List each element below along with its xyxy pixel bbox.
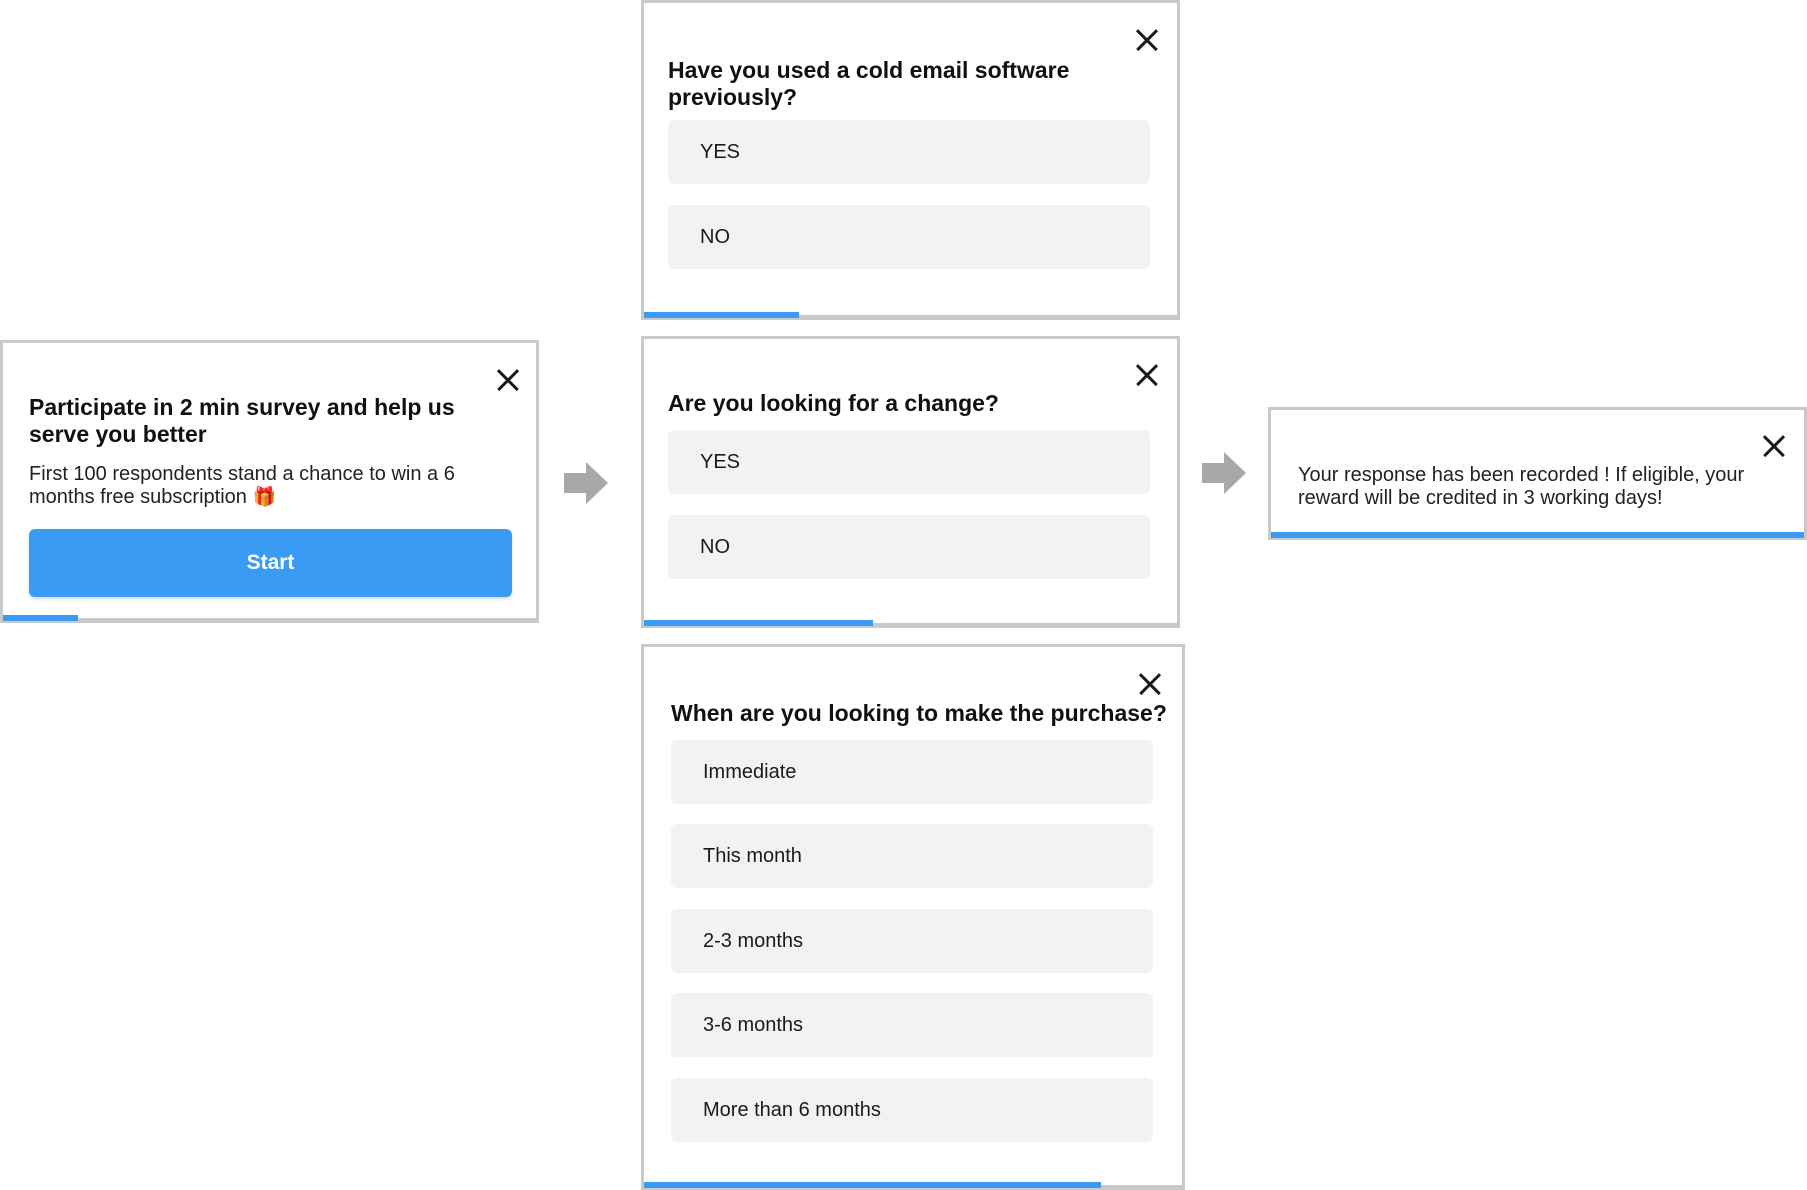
option-no[interactable]: NO (668, 515, 1150, 579)
close-icon[interactable] (1761, 433, 1787, 459)
close-icon[interactable] (1134, 362, 1160, 388)
close-icon[interactable] (1134, 27, 1160, 53)
start-button[interactable]: Start (29, 529, 512, 597)
close-icon[interactable] (495, 367, 521, 393)
option-2-3-months[interactable]: 2-3 months (671, 909, 1153, 973)
option-immediate[interactable]: Immediate (671, 740, 1153, 804)
progress-fill (1271, 532, 1804, 538)
progress-bar (644, 620, 1177, 626)
progress-bar (644, 1182, 1182, 1188)
thank-you-message: Your response has been recorded ! If eli… (1298, 464, 1745, 509)
intro-body-text: First 100 respondents stand a chance to … (29, 463, 455, 508)
progress-fill (644, 312, 799, 318)
close-icon[interactable] (1137, 671, 1163, 697)
thank-you-card: Your response has been recorded ! If eli… (1268, 407, 1807, 540)
intro-title: Participate in 2 min survey and help us … (29, 394, 455, 447)
option-more-than-6-months[interactable]: More than 6 months (671, 1078, 1153, 1142)
question-text: When are you looking to make the purchas… (671, 700, 1167, 726)
question-text: Are you looking for a change? (668, 390, 999, 416)
progress-fill (3, 615, 78, 621)
question-card-3: When are you looking to make the purchas… (641, 644, 1185, 1190)
progress-fill (644, 620, 874, 626)
option-this-month[interactable]: This month (671, 824, 1153, 888)
option-3-6-months[interactable]: 3-6 months (671, 993, 1153, 1057)
question-card-2: Are you looking for a change? YES NO (641, 336, 1180, 628)
arrow-shape (564, 462, 608, 504)
option-no[interactable]: NO (668, 205, 1150, 269)
option-yes[interactable]: YES (668, 120, 1150, 184)
progress-bar (3, 615, 536, 621)
progress-bar (1271, 532, 1804, 538)
gift-icon: 🎁 (252, 487, 277, 508)
question-card-1: Have you used a cold email software prev… (641, 0, 1180, 320)
arrow-right-icon (564, 462, 608, 504)
intro-card: Participate in 2 min survey and help us … (0, 340, 539, 623)
progress-bar (644, 312, 1177, 318)
option-yes[interactable]: YES (668, 430, 1150, 494)
arrow-right-icon (1202, 452, 1246, 494)
arrow-shape (1202, 452, 1246, 494)
intro-body: First 100 respondents stand a chance to … (29, 463, 499, 509)
question-text: Have you used a cold email software prev… (668, 57, 1070, 110)
progress-fill (644, 1182, 1102, 1188)
